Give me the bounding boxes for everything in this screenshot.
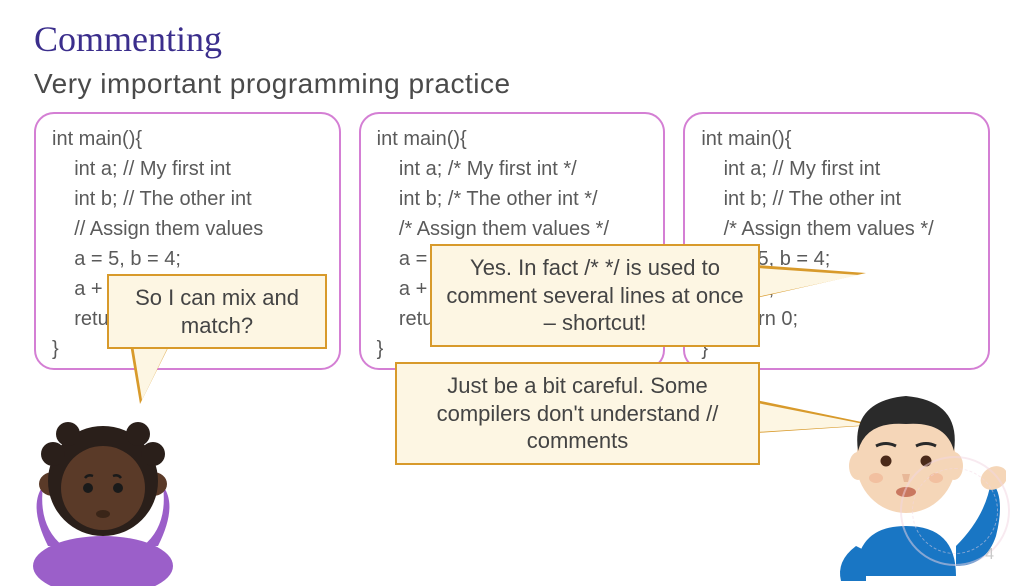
- speech-tail: [756, 265, 866, 298]
- page-number: 4: [985, 546, 994, 564]
- speech-bubble-answer-2: Just be a bit careful. Some compilers do…: [395, 362, 760, 465]
- speech-bubble-question: So I can mix and match?: [107, 274, 327, 349]
- speech-bubble-answer-1: Yes. In fact /* */ is used to comment se…: [430, 244, 760, 347]
- slide-subtitle: Very important programming practice: [34, 68, 511, 100]
- speech-tail: [130, 344, 170, 404]
- slide-title: Commenting: [34, 18, 222, 60]
- student-avatar-shrug-icon: [18, 396, 188, 586]
